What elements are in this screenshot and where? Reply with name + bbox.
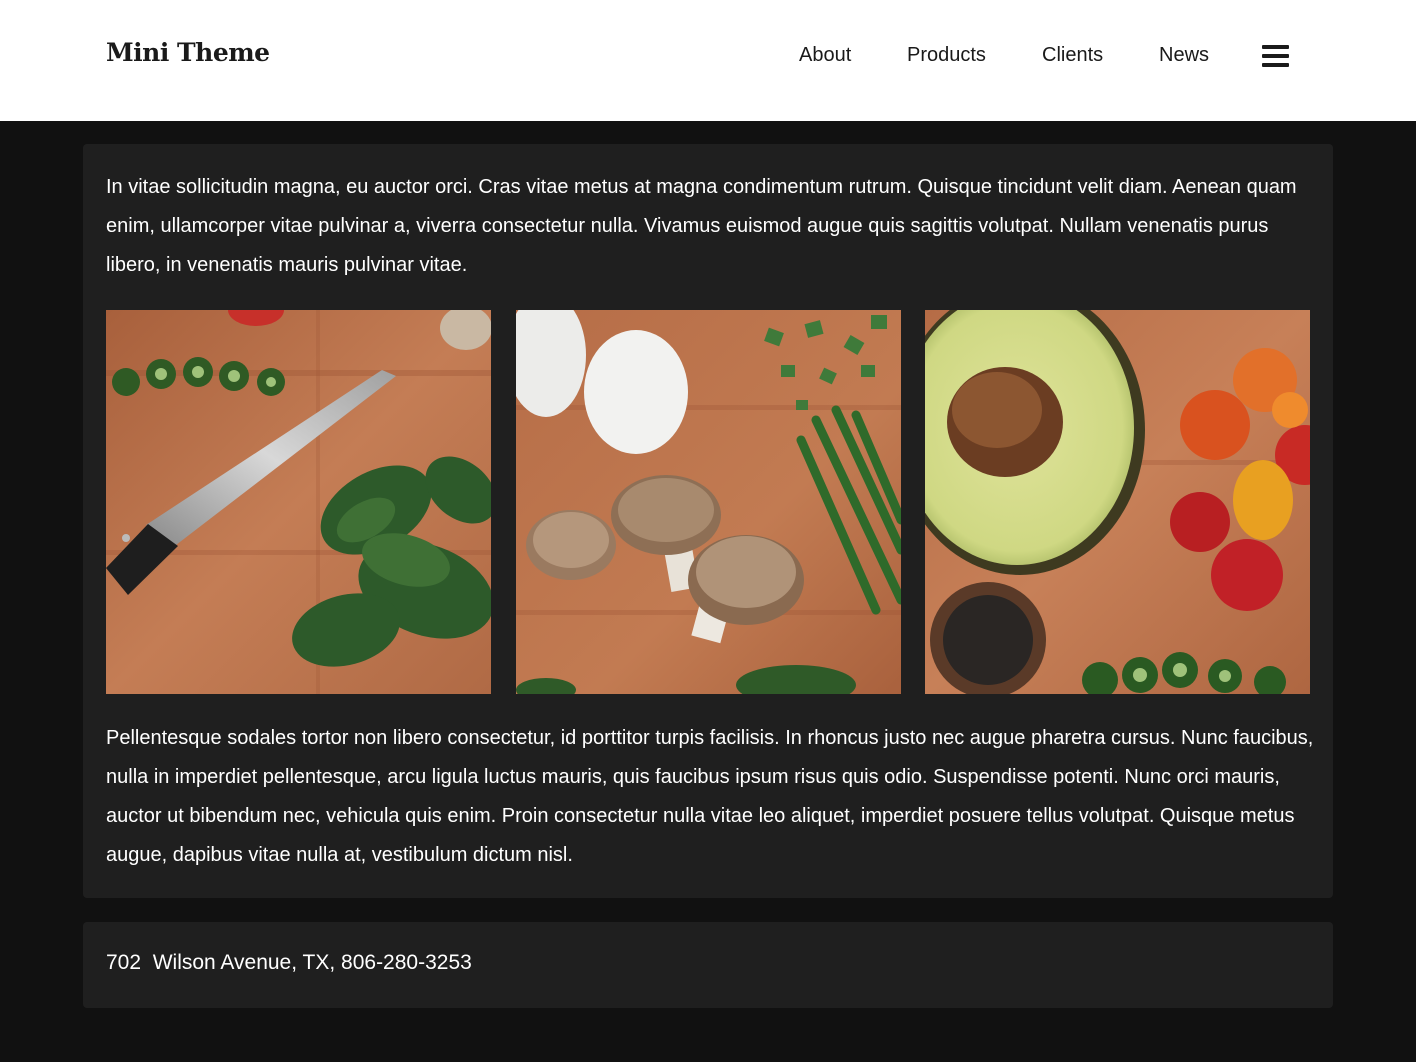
knife-spinach-photo [106, 310, 491, 694]
footer: 702 Wilson Avenue, TX, 806-280-3253 [83, 922, 1333, 1008]
intro-paragraph: In vitae sollicitudin magna, eu auctor o… [106, 176, 1297, 276]
hamburger-menu-icon[interactable] [1262, 45, 1289, 69]
nav-link-about[interactable]: About [799, 44, 851, 67]
avocado-tomatoes-photo [925, 310, 1310, 694]
site-header: Mini Theme About Products Clients News [0, 0, 1416, 121]
nav-link-clients[interactable]: Clients [1042, 44, 1103, 67]
eggs-mushrooms-photo [516, 310, 901, 694]
nav-link-news[interactable]: News [1159, 44, 1209, 67]
address-text: 702 Wilson Avenue, TX, 806-280-3253 [106, 951, 472, 974]
outro-paragraph: Pellentesque sodales tortor non libero c… [106, 727, 1314, 866]
content-card: In vitae sollicitudin magna, eu auctor o… [83, 144, 1333, 898]
nav-link-products[interactable]: Products [907, 44, 986, 67]
site-logo[interactable]: Mini Theme [106, 38, 270, 67]
